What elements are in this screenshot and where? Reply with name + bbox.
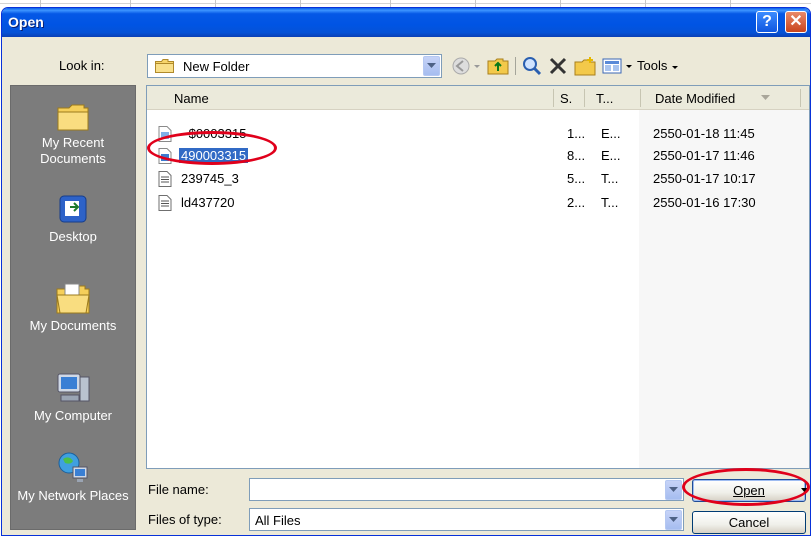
tools-label: Tools — [637, 58, 668, 73]
desktop-icon — [59, 195, 87, 223]
back-dropdown-icon[interactable] — [473, 56, 481, 76]
chevron-down-icon[interactable] — [665, 480, 682, 500]
file-date-cell: 2550-01-18 11:45 — [653, 126, 755, 141]
close-button[interactable]: ✕ — [785, 11, 807, 33]
table-row[interactable]: ld437720 2... T... 2550-01-16 17:30 — [147, 194, 809, 212]
views-dropdown-icon[interactable] — [625, 56, 633, 76]
recent-documents-icon — [57, 104, 89, 131]
file-name-label: File name: — [148, 482, 209, 497]
place-my-documents[interactable]: My Documents — [11, 281, 135, 334]
column-header-size[interactable]: S. — [560, 91, 572, 106]
place-label: My Recent Documents — [40, 135, 106, 166]
my-computer-icon — [57, 373, 90, 402]
search-web-icon[interactable] — [522, 56, 542, 76]
look-in-dropdown[interactable]: New Folder — [147, 54, 442, 78]
cancel-button[interactable]: Cancel — [692, 511, 806, 534]
place-my-computer[interactable]: My Computer — [11, 371, 135, 424]
cancel-button-label: Cancel — [728, 515, 770, 530]
views-icon[interactable] — [602, 56, 622, 76]
column-header-type[interactable]: T... — [596, 91, 613, 106]
file-date-cell: 2550-01-17 10:17 — [653, 171, 756, 186]
my-documents-icon — [56, 283, 90, 314]
back-icon[interactable] — [451, 56, 471, 76]
file-size-cell: 2... — [567, 195, 586, 210]
new-folder-icon[interactable] — [574, 56, 596, 76]
file-name-cell: 239745_3 — [181, 171, 239, 186]
delete-icon[interactable] — [548, 56, 568, 76]
column-header-name[interactable]: Name — [174, 91, 209, 106]
place-my-network-places[interactable]: My Network Places — [11, 451, 135, 504]
place-label: Desktop — [49, 229, 97, 244]
place-desktop[interactable]: Desktop — [11, 194, 135, 245]
file-size-cell: 1... — [567, 126, 586, 141]
places-bar: My Recent Documents Desktop My Documents — [10, 85, 136, 530]
look-in-label: Look in: — [59, 58, 105, 73]
dialog-title: Open — [8, 14, 44, 30]
tools-menu[interactable]: Tools — [637, 58, 679, 73]
title-bar[interactable]: Open ? ✕ — [2, 8, 810, 37]
help-button[interactable]: ? — [756, 11, 778, 33]
file-type-value: All Files — [255, 513, 301, 528]
file-type-dropdown[interactable]: All Files — [249, 508, 684, 531]
file-date-cell: 2550-01-16 17:30 — [653, 195, 756, 210]
chevron-down-icon[interactable] — [665, 510, 682, 530]
file-type-cell: E... — [601, 126, 621, 141]
highlight-oval-open-button — [682, 468, 810, 506]
place-my-recent-documents[interactable]: My Recent Documents — [11, 102, 135, 167]
sort-descending-icon — [761, 95, 770, 100]
place-label: My Computer — [33, 408, 113, 423]
open-dialog: Open ? ✕ Look in: New Folder Tools My Re… — [1, 7, 811, 536]
file-name-field[interactable] — [249, 478, 684, 501]
up-folder-icon[interactable] — [487, 56, 509, 76]
file-type-cell: E... — [601, 148, 621, 163]
column-header-date-modified[interactable]: Date Modified — [655, 91, 735, 106]
file-list-header: Name S. T... Date Modified — [147, 86, 809, 110]
look-in-value: New Folder — [183, 59, 250, 74]
toolbar-separator — [515, 57, 516, 75]
file-type-cell: T... — [601, 171, 619, 186]
network-places-icon — [58, 452, 88, 482]
file-date-cell: 2550-01-17 11:46 — [653, 148, 755, 163]
file-name-cell: ld437720 — [181, 195, 235, 210]
file-size-cell: 8... — [567, 148, 586, 163]
file-type-label: Files of type: — [148, 512, 222, 527]
dialog-toolbar: Tools — [447, 54, 767, 78]
place-label: My Documents — [29, 318, 117, 333]
highlight-oval-selected-file — [147, 131, 277, 165]
file-type-cell: T... — [601, 195, 619, 210]
place-label: My Network Places — [17, 488, 129, 503]
chevron-down-icon[interactable] — [423, 56, 440, 76]
table-row[interactable]: 239745_3 5... T... 2550-01-17 10:17 — [147, 170, 809, 188]
text-file-icon — [158, 171, 172, 187]
file-size-cell: 5... — [567, 171, 586, 186]
tools-dropdown-icon — [671, 65, 678, 69]
text-file-icon — [158, 195, 172, 211]
folder-icon — [155, 59, 174, 73]
